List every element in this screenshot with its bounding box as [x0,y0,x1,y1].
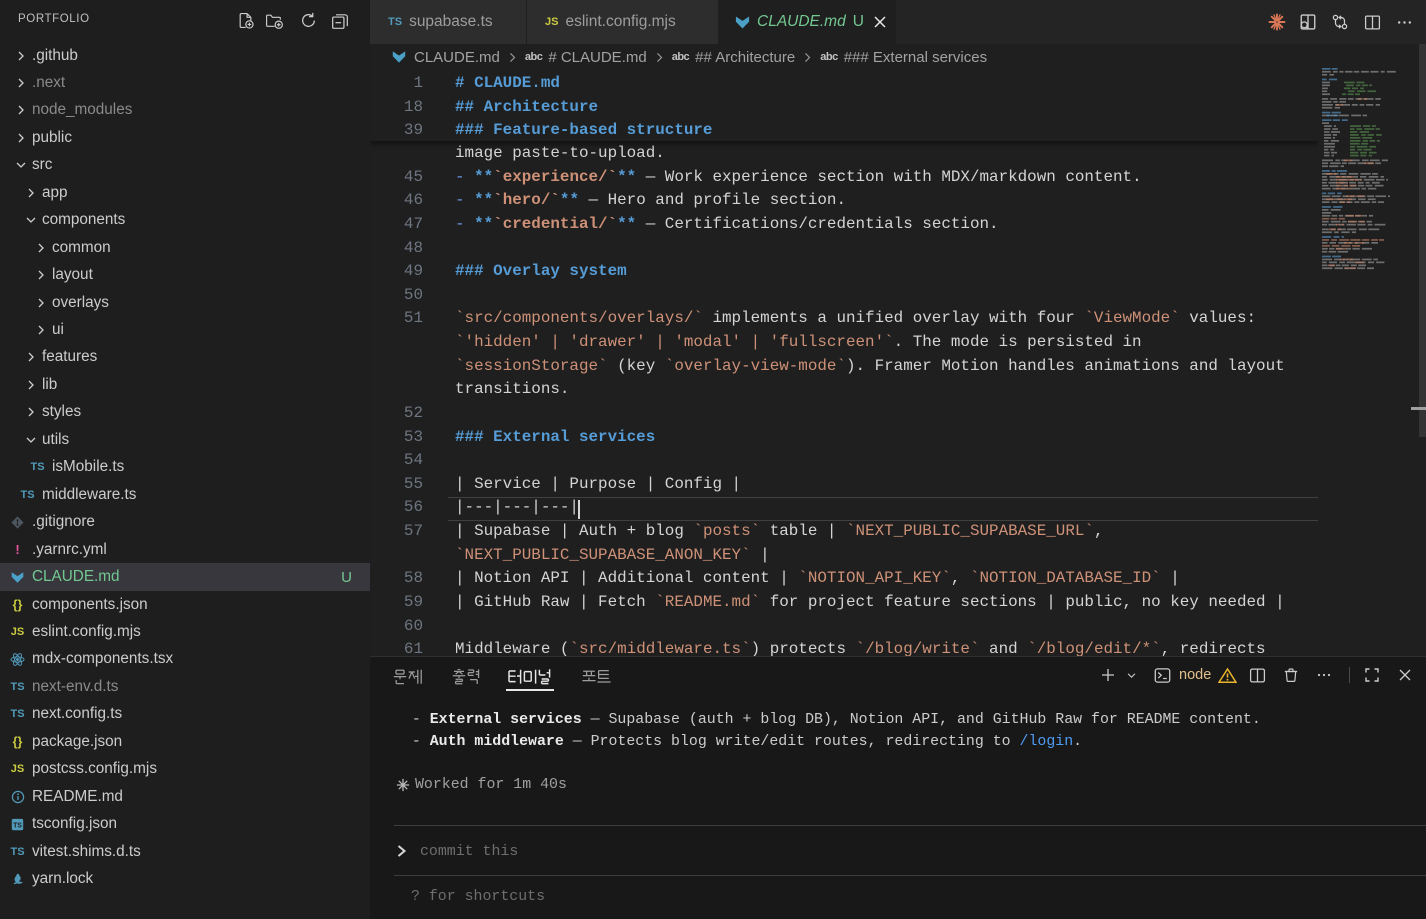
svg-text:TS: TS [13,822,22,829]
